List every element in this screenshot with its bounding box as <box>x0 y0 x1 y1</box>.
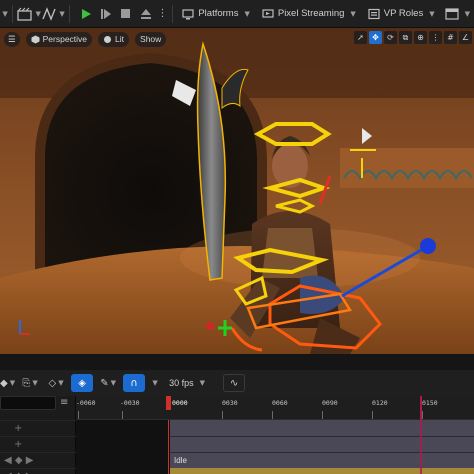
perspective-button[interactable]: Perspective <box>25 31 93 47</box>
lane-inactive-range <box>76 420 170 474</box>
tick-label: -0060 <box>76 399 96 407</box>
more-options-icon[interactable]: ⋮ <box>158 4 168 24</box>
playhead-handle[interactable] <box>166 396 171 410</box>
vp-roles-icon <box>368 8 380 19</box>
vp-roles-button[interactable]: VP Roles ▼ <box>362 4 441 24</box>
chevron-down-icon: ▼ <box>429 9 435 18</box>
tick-label: -0030 <box>120 399 140 407</box>
add-icon[interactable]: + <box>14 439 22 450</box>
auto-key-icon[interactable]: ◈ <box>71 374 94 392</box>
viewport-menu-button[interactable]: ☰ <box>4 31 20 47</box>
ruler-tick <box>422 411 423 419</box>
filter-icon[interactable]: ≡ <box>60 397 68 408</box>
pixel-streaming-icon <box>262 8 274 18</box>
lit-label: Lit <box>115 34 125 44</box>
chevron-down-icon: ▼ <box>464 9 470 18</box>
move-tool-icon[interactable]: ✥ <box>369 31 382 44</box>
track-row[interactable]: ◀ ◆ ▶ <box>0 452 76 468</box>
timeline-lanes: Idle <box>76 420 474 474</box>
settings-button[interactable]: ▼ <box>441 4 474 24</box>
toolbar-divider <box>12 4 13 23</box>
tick-label: 0120 <box>372 399 388 407</box>
sequencer-panel: ◆ ▼ ⎘ ▼ ◇ ▼ ◈ ✎ ▼ ∩ ▼ 30 fps ▼ ∿ ≡ + + ◀ ◆ ▶… <box>0 354 474 474</box>
ruler-tick <box>322 411 323 419</box>
show-button[interactable]: Show <box>135 31 167 47</box>
frame-rate-label[interactable]: 30 fps <box>169 378 194 388</box>
track-outliner: ≡ + + ◀ ◆ ▶ ◀ ◆ ▶ <box>0 396 76 474</box>
chevron-down-icon[interactable]: ▼ <box>149 374 159 392</box>
curve-editor-icon[interactable]: ∿ <box>223 374 246 392</box>
platforms-button[interactable]: Platforms ▼ <box>176 4 256 24</box>
tick-label: 0060 <box>272 399 288 407</box>
track-row[interactable]: ◀ ◆ ▶ <box>0 468 76 474</box>
timeline-ruler[interactable]: -0060 -0030 0000 0030 0060 0090 0120 015… <box>76 396 474 420</box>
transform-tools: ➚ ✥ ⟳ ⧉ ⊕ ⋮ # ∠ <box>354 31 472 44</box>
keyframe-strip[interactable] <box>170 468 474 474</box>
vp-roles-label: VP Roles <box>383 8 424 19</box>
playhead-line <box>168 420 169 474</box>
ruler-tick <box>222 411 223 419</box>
grid-snap-icon[interactable]: # <box>444 31 457 44</box>
play-icon[interactable] <box>78 4 94 24</box>
world-space-icon[interactable]: ⊕ <box>414 31 427 44</box>
chevron-down-icon: ▼ <box>244 9 250 18</box>
chevron-down-icon[interactable]: ▼ <box>0 4 8 24</box>
tick-label: 0150 <box>422 399 438 407</box>
play-controls: ⋮ <box>78 4 168 24</box>
sequencer-toolbar: ◆ ▼ ⎘ ▼ ◇ ▼ ◈ ✎ ▼ ∩ ▼ 30 fps ▼ ∿ <box>0 370 474 396</box>
step-forward-icon[interactable] <box>98 4 114 24</box>
stop-icon[interactable] <box>118 4 134 24</box>
camera-icon[interactable]: ⎘ ▼ <box>19 374 41 392</box>
key-navigation-icon[interactable]: ◀ ◆ ▶ <box>4 455 33 466</box>
transform-mode-icon[interactable]: ◆ ▼ <box>0 374 15 392</box>
brush-icon[interactable]: ✎ ▼ <box>97 374 119 392</box>
hamburger-icon: ☰ <box>8 33 16 44</box>
platforms-label: Platforms <box>198 8 239 19</box>
tick-label: 0090 <box>322 399 338 407</box>
pixel-streaming-button[interactable]: Pixel Streaming ▼ <box>256 4 362 24</box>
ruler-tick <box>122 411 123 419</box>
show-label: Show <box>140 34 162 44</box>
eject-icon[interactable] <box>138 4 154 24</box>
perspective-label: Perspective <box>42 34 88 44</box>
track-row[interactable]: + <box>0 436 76 452</box>
track-row[interactable]: + <box>0 420 76 436</box>
chevron-down-icon: ▼ <box>199 379 206 387</box>
track-lane[interactable] <box>170 420 474 436</box>
toolbar-divider <box>68 4 70 23</box>
toolbar-divider <box>171 4 173 23</box>
end-marker-line <box>420 420 422 474</box>
scale-tool-icon[interactable]: ⧉ <box>399 31 412 44</box>
search-input[interactable] <box>0 396 56 410</box>
track-lane[interactable] <box>170 436 474 452</box>
level-viewport[interactable]: ☰ Perspective Lit Show ➚ ✥ ⟳ ⧉ ⊕ ⋮ # ∠ <box>0 28 474 354</box>
tick-label: 0030 <box>222 399 238 407</box>
ruler-tick <box>78 411 79 419</box>
chevron-down-icon: ▼ <box>350 9 356 18</box>
cube-icon <box>31 35 40 43</box>
ruler-tick <box>272 411 273 419</box>
playhead-frame: 0000 <box>172 399 188 407</box>
pixel-streaming-label: Pixel Streaming <box>277 8 345 19</box>
rotate-tool-icon[interactable]: ⟳ <box>384 31 397 44</box>
angle-snap-icon[interactable]: ∠ <box>459 31 472 44</box>
blueprint-icon[interactable]: ▼ <box>41 4 65 24</box>
animation-section-label[interactable]: Idle <box>174 456 187 465</box>
add-icon[interactable]: + <box>14 423 22 434</box>
snap-magnet-icon[interactable]: ∩ <box>123 374 146 392</box>
ruler-tick <box>372 411 373 419</box>
keyframe-icon[interactable]: ◇ ▼ <box>45 374 67 392</box>
cinematics-icon[interactable]: ▼ <box>17 4 41 24</box>
light-bulb-icon <box>104 35 112 43</box>
lit-button[interactable]: Lit <box>98 31 130 47</box>
end-marker[interactable] <box>420 396 422 420</box>
select-tool-icon[interactable]: ➚ <box>354 31 367 44</box>
main-toolbar: ▼ ▼ ▼ ⋮ Platforms ▼ Pixel Streaming ▼ VP… <box>0 0 474 28</box>
settings-panel-icon <box>445 7 459 20</box>
surface-snap-icon[interactable]: ⋮ <box>429 31 442 44</box>
platforms-icon <box>182 8 194 19</box>
scene-render <box>0 28 474 354</box>
